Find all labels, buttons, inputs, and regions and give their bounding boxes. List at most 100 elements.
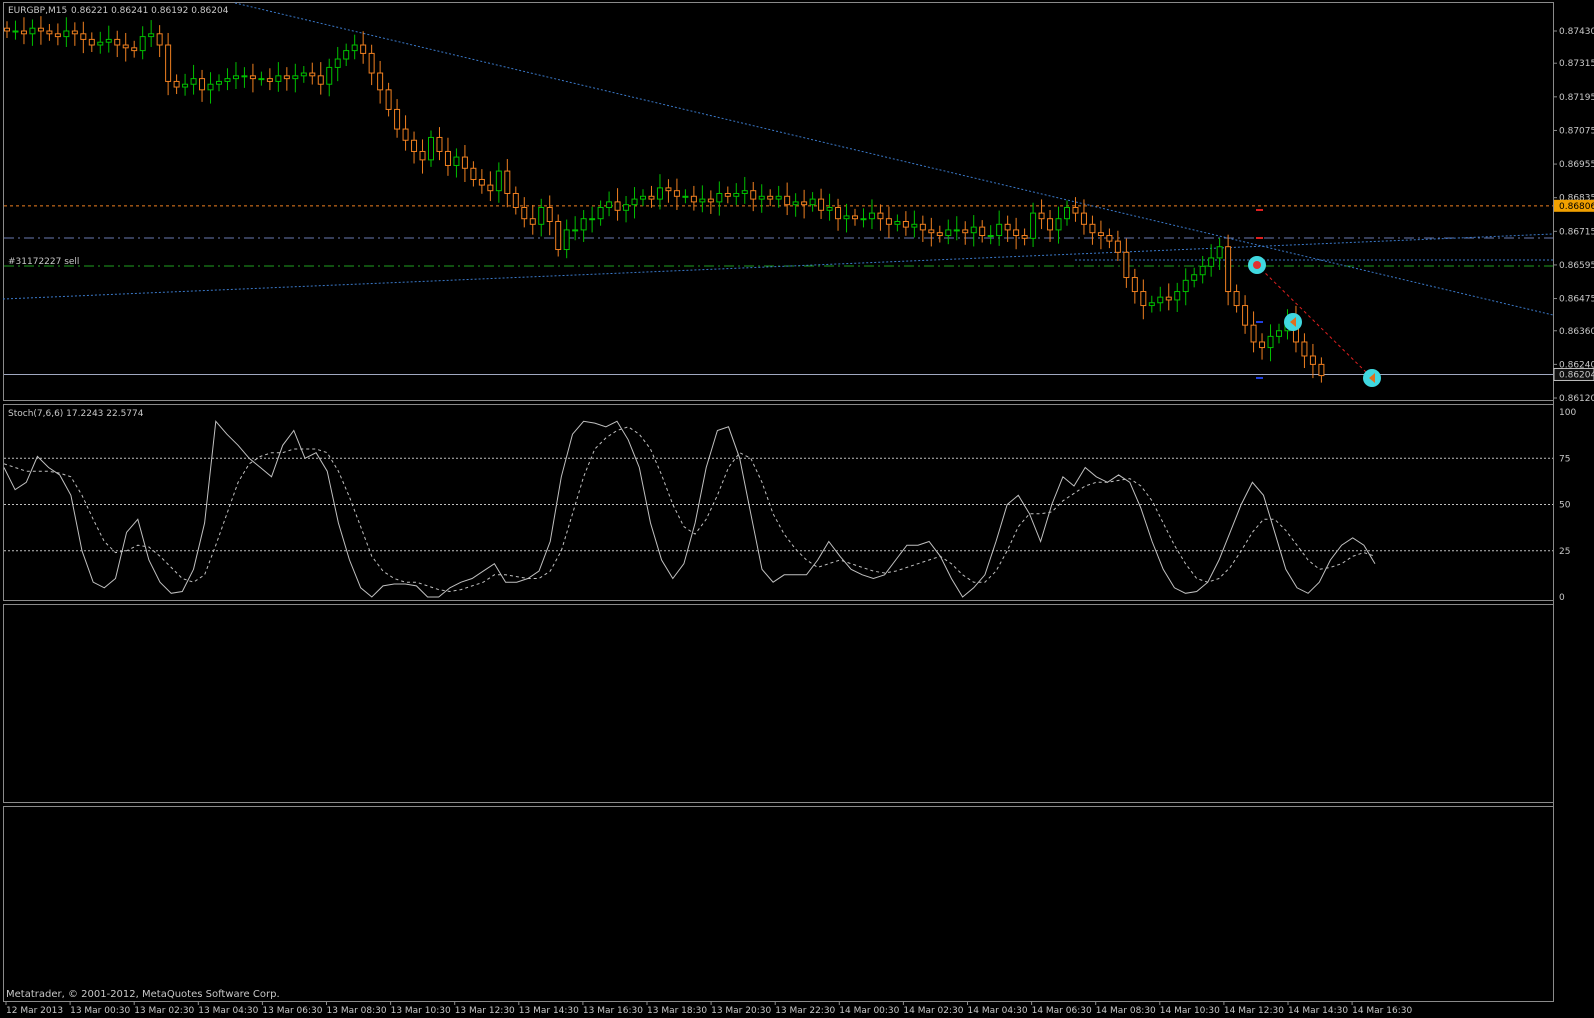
candle-body bbox=[351, 44, 358, 52]
candle-body bbox=[1267, 335, 1274, 349]
candle-body bbox=[4, 27, 10, 32]
candle-body bbox=[182, 83, 189, 88]
candle-body bbox=[538, 206, 545, 225]
time-tick-label: 13 Mar 14:30 bbox=[519, 1006, 579, 1016]
candle-body bbox=[758, 195, 765, 200]
candle-body bbox=[860, 218, 867, 221]
time-tick-label: 14 Mar 16:30 bbox=[1352, 1006, 1412, 1016]
candle-body bbox=[317, 75, 324, 85]
candle-body bbox=[1004, 223, 1011, 231]
candle-body bbox=[300, 72, 307, 77]
candle-body bbox=[826, 206, 833, 211]
candle-body bbox=[156, 33, 163, 46]
candle-body bbox=[699, 198, 706, 203]
candle-body bbox=[877, 212, 884, 220]
candle-body bbox=[996, 223, 1003, 237]
candle-body bbox=[979, 226, 986, 237]
candle-body bbox=[63, 30, 70, 38]
candle-body bbox=[122, 44, 129, 49]
candle-body bbox=[775, 195, 782, 200]
candle-body bbox=[835, 206, 842, 220]
candle-body bbox=[232, 75, 239, 80]
candle-body bbox=[368, 52, 375, 74]
candle-body bbox=[495, 170, 502, 192]
candle-body bbox=[80, 33, 87, 40]
candle-body bbox=[1089, 223, 1096, 234]
candle-body bbox=[165, 44, 172, 82]
time-tick-label: 14 Mar 04:30 bbox=[968, 1006, 1028, 1016]
candle-body bbox=[224, 78, 231, 82]
candle-body bbox=[902, 221, 909, 228]
candle-body bbox=[1301, 341, 1308, 357]
candle-body bbox=[470, 167, 477, 180]
candle-body bbox=[1259, 341, 1266, 349]
chart-background bbox=[0, 0, 1594, 1018]
candle-body bbox=[377, 72, 384, 91]
time-tick-label: 13 Mar 02:30 bbox=[134, 1006, 194, 1016]
stoch-tick-label: 100 bbox=[1559, 408, 1576, 418]
time-tick-label: 14 Mar 06:30 bbox=[1032, 1006, 1092, 1016]
candle-body bbox=[1242, 305, 1249, 326]
candle-body bbox=[563, 229, 570, 251]
candle-body bbox=[656, 187, 663, 200]
time-tick-label: 13 Mar 18:30 bbox=[647, 1006, 707, 1016]
price-tick-label: 0.87430 bbox=[1559, 27, 1594, 37]
stoch-tick-label: 25 bbox=[1559, 547, 1570, 557]
ohlc-values: 0.86221 0.86241 0.86192 0.86204 bbox=[71, 6, 229, 16]
candle-body bbox=[1199, 265, 1206, 276]
candle-body bbox=[529, 218, 536, 225]
candle-body bbox=[148, 33, 155, 38]
sell-entry-marker-core bbox=[1253, 261, 1261, 269]
price-tick-label: 0.86595 bbox=[1559, 261, 1594, 271]
candle-body bbox=[385, 89, 392, 110]
candle-body bbox=[767, 195, 774, 200]
candle-body bbox=[1233, 291, 1240, 307]
candle-body bbox=[885, 218, 892, 225]
candle-body bbox=[1021, 235, 1028, 239]
candle-body bbox=[555, 221, 562, 251]
candle-body bbox=[970, 226, 977, 234]
candle-body bbox=[1250, 324, 1257, 343]
candle-body bbox=[936, 232, 943, 237]
candle-body bbox=[640, 195, 646, 200]
candle-body bbox=[1097, 232, 1104, 237]
price-tick-label: 0.86475 bbox=[1559, 295, 1594, 305]
candle-body bbox=[190, 78, 197, 85]
time-tick-label: 14 Mar 08:30 bbox=[1096, 1006, 1156, 1016]
candle-body bbox=[919, 223, 926, 231]
candle-body bbox=[987, 235, 994, 238]
candle-body bbox=[648, 195, 655, 200]
price-tick-label: 0.87315 bbox=[1559, 59, 1594, 69]
candle-body bbox=[1055, 218, 1062, 231]
stoch-tick-label: 50 bbox=[1559, 501, 1571, 511]
time-tick-label: 14 Mar 02:30 bbox=[903, 1006, 963, 1016]
copyright-text: Metatrader, © 2001-2012, MetaQuotes Soft… bbox=[6, 989, 280, 1000]
candle-body bbox=[589, 218, 596, 221]
chart-canvas[interactable]: 0.87430 0.87315 0.87195 0.87075 0.86955 0.868… bbox=[0, 0, 1594, 1018]
candle-body bbox=[724, 192, 731, 197]
candle-body bbox=[199, 78, 206, 91]
price-tag-orange: 0.86806 bbox=[1559, 202, 1594, 212]
candle-body bbox=[1157, 296, 1164, 304]
candle-body bbox=[1038, 212, 1045, 220]
price-tick-label: 0.86360 bbox=[1559, 327, 1594, 337]
candle-body bbox=[71, 30, 78, 35]
candle-body bbox=[665, 187, 672, 192]
candle-body bbox=[1131, 277, 1138, 293]
candle-body bbox=[1182, 279, 1189, 293]
candle-body bbox=[292, 75, 299, 80]
candle-body bbox=[512, 192, 519, 208]
price-tick-label: 0.87195 bbox=[1559, 93, 1594, 103]
candle-body bbox=[1276, 330, 1282, 337]
price-tick-label: 0.86715 bbox=[1559, 227, 1594, 237]
candle-body bbox=[334, 58, 341, 68]
candle-body bbox=[911, 223, 918, 228]
candle-body bbox=[461, 156, 468, 169]
candle-body bbox=[1064, 206, 1070, 220]
candle-body bbox=[1030, 212, 1037, 239]
candle-body bbox=[105, 38, 112, 43]
candle-body bbox=[114, 38, 121, 46]
time-tick-label: 14 Mar 00:30 bbox=[839, 1006, 899, 1016]
time-tick-label: 13 Mar 12:30 bbox=[455, 1006, 515, 1016]
candle-body bbox=[1318, 363, 1325, 377]
